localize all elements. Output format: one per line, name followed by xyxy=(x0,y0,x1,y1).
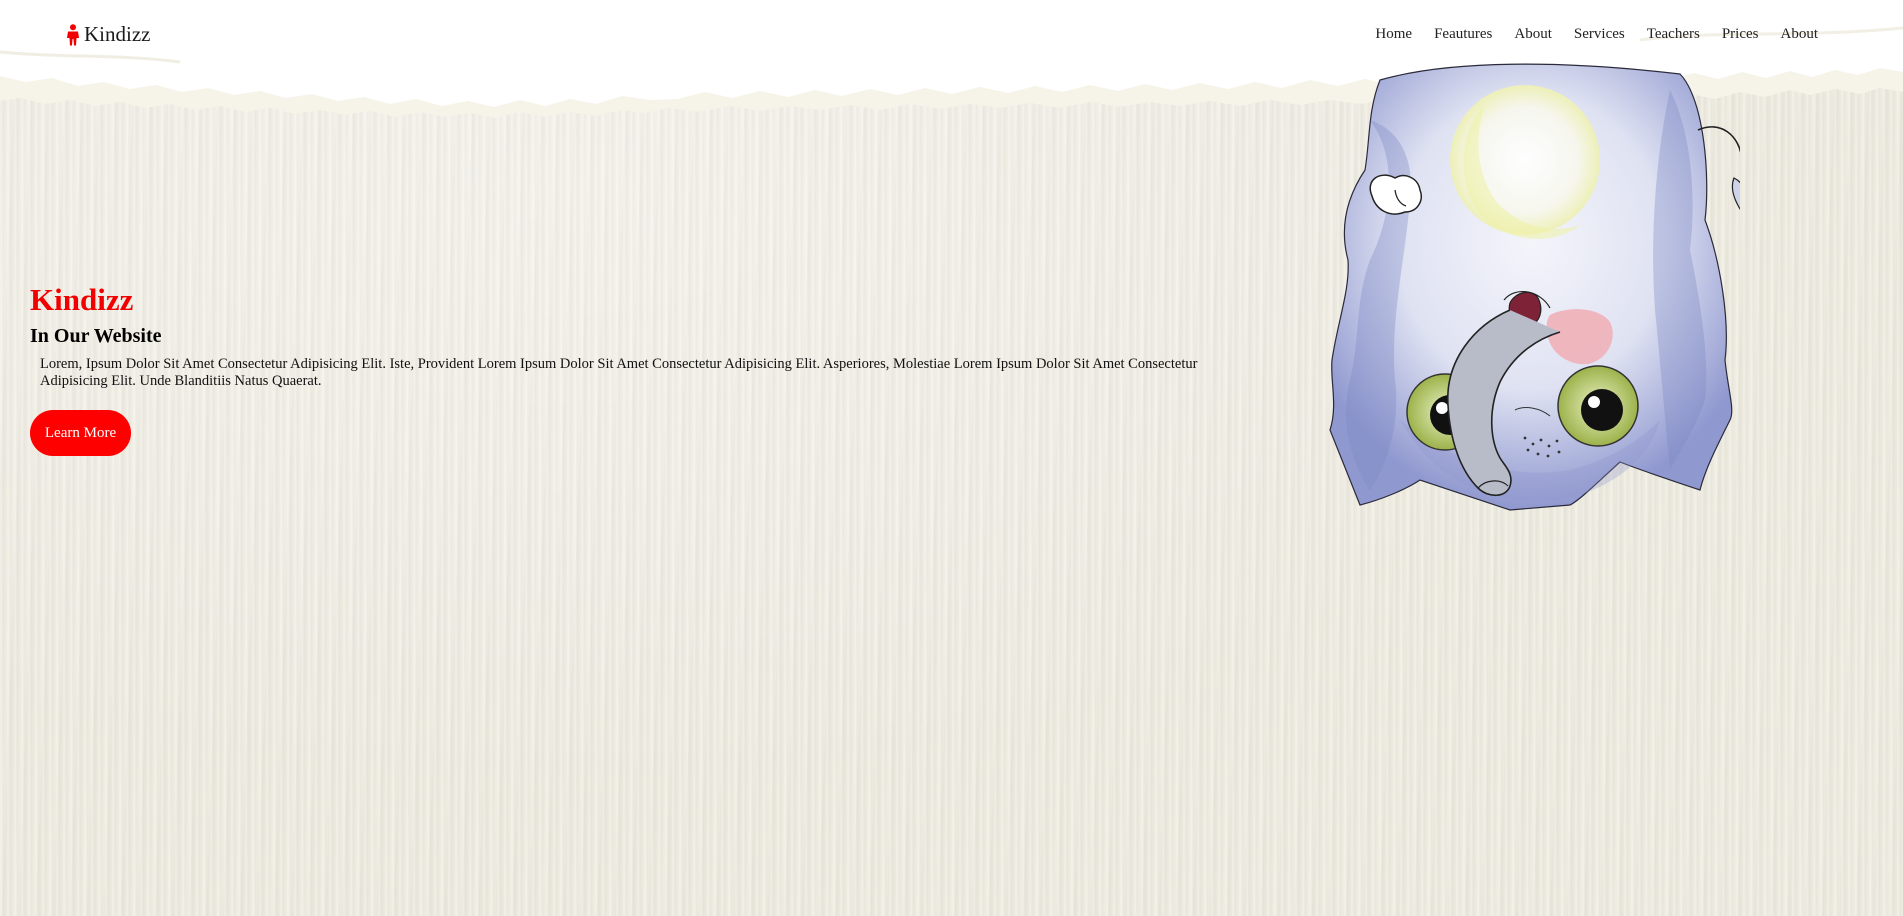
nav-link-prices[interactable]: Prices xyxy=(1722,26,1759,43)
learn-more-button[interactable]: Learn More xyxy=(30,410,131,456)
nav-menu: Home Feautures About Services Teachers P… xyxy=(1353,26,1818,43)
nav-link-about-2[interactable]: About xyxy=(1781,26,1819,43)
hero-section: Kindizz In Our Website Lorem, Ipsum Dolo… xyxy=(30,282,1250,456)
nav-link-teachers[interactable]: Teachers xyxy=(1647,26,1700,43)
upside-down-cat-illustration xyxy=(1329,63,1740,511)
hero-subtitle: In Our Website xyxy=(30,325,162,347)
nav-link-features[interactable]: Feautures xyxy=(1434,26,1492,43)
nav-link-home[interactable]: Home xyxy=(1375,26,1412,43)
nav-link-services[interactable]: Services xyxy=(1574,26,1625,43)
hero-title: Kindizz xyxy=(30,282,134,317)
hero-description: Lorem, Ipsum Dolor Sit Amet Consectetur … xyxy=(40,356,1198,389)
child-icon xyxy=(67,23,79,45)
nav-link-about[interactable]: About xyxy=(1514,26,1552,43)
brand-name: Kindizz xyxy=(84,22,151,46)
brand-logo-link[interactable]: Kindizz xyxy=(66,22,150,47)
